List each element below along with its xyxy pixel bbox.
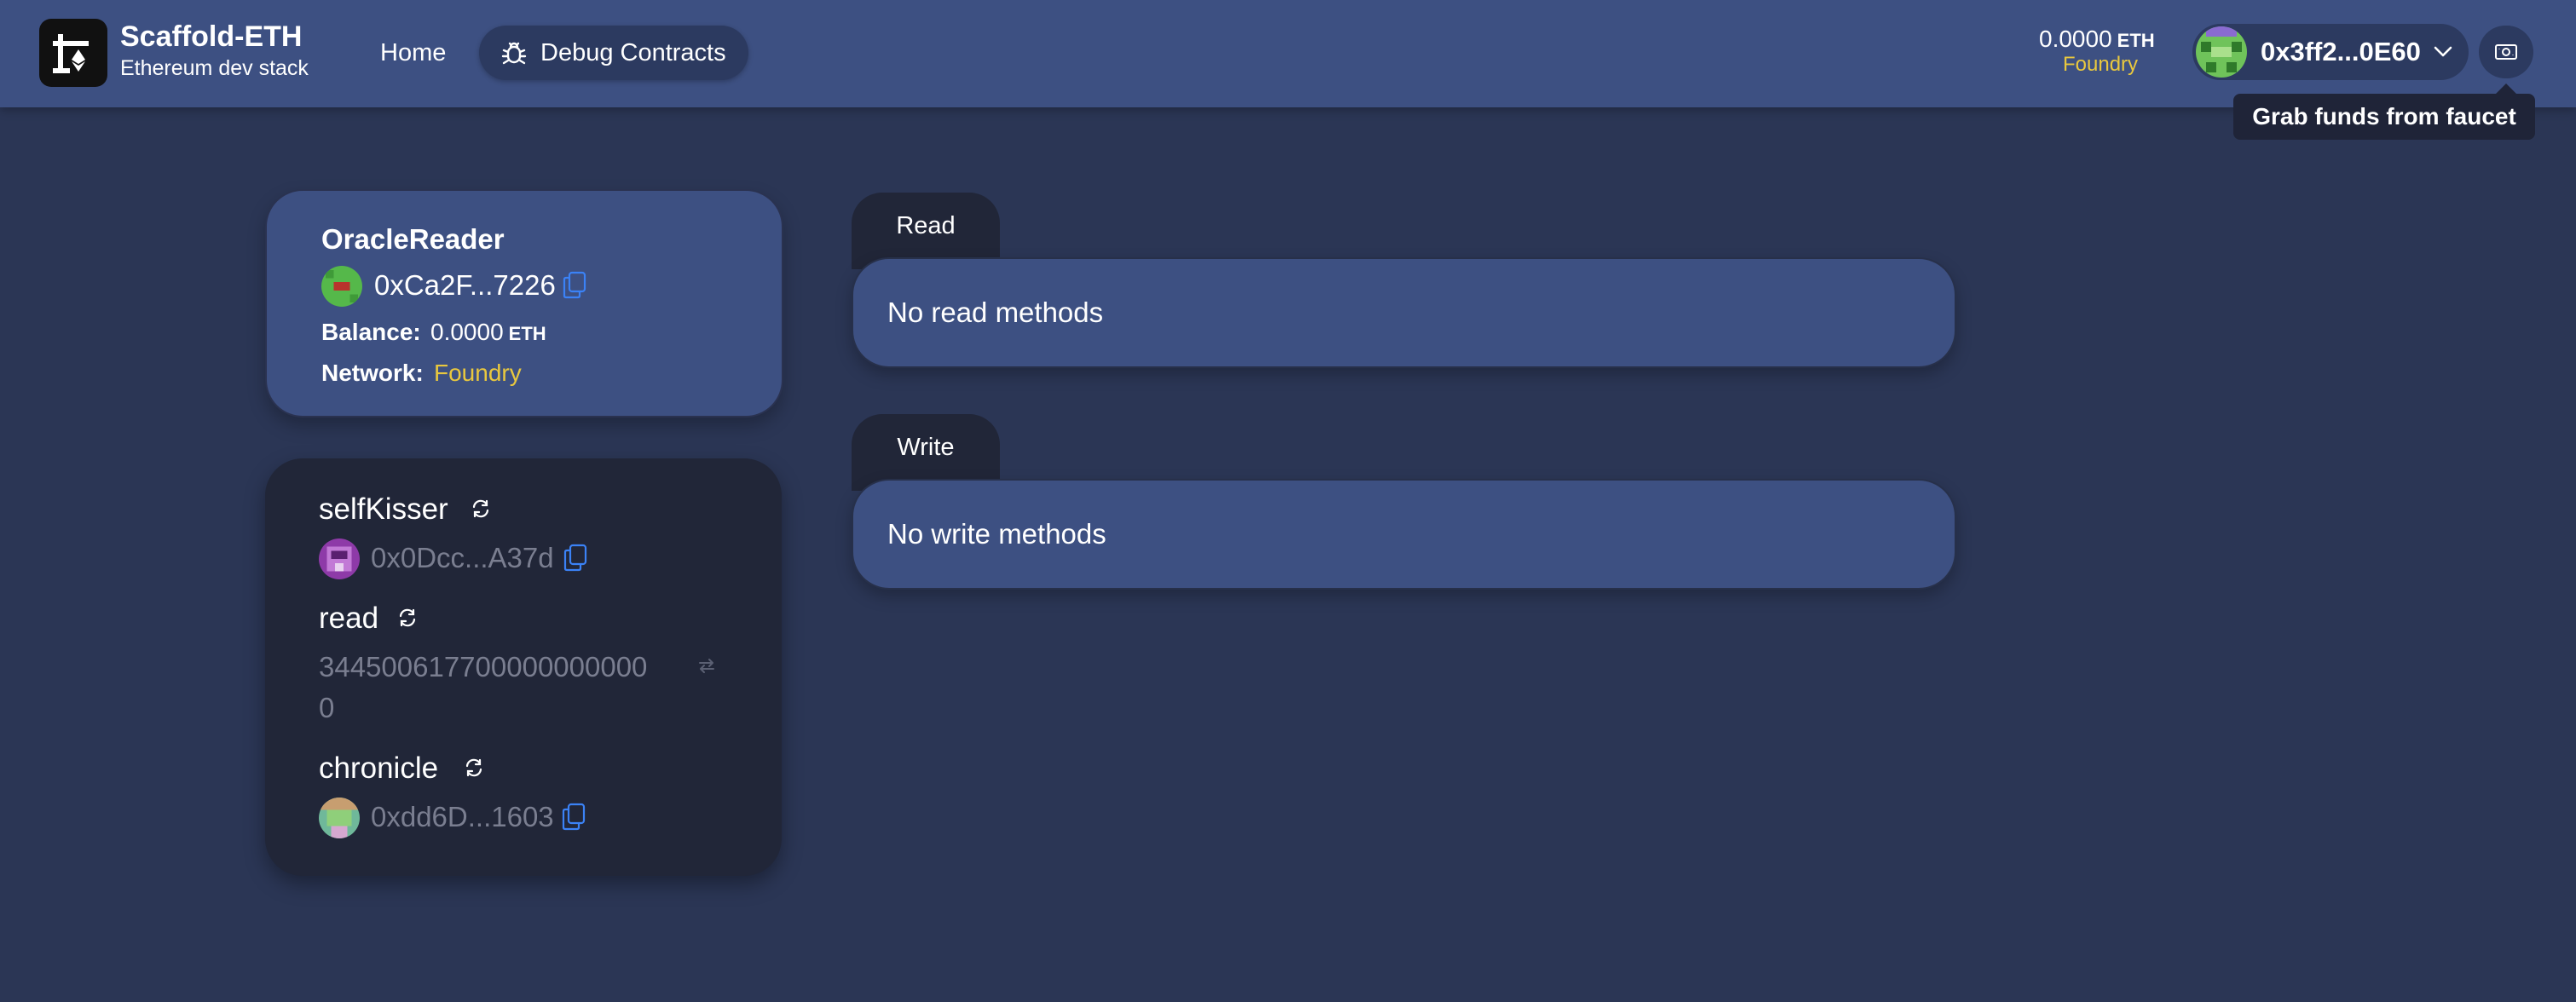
contract-name: OracleReader xyxy=(321,223,505,255)
write-methods-panel: No write methods xyxy=(852,479,1956,590)
nav-debug-label: Debug Contracts xyxy=(540,39,726,66)
chevron-down-icon xyxy=(2433,43,2453,64)
account-avatar xyxy=(2196,26,2247,78)
copy-icon[interactable] xyxy=(563,544,588,577)
wallet-balance: 0.0000 ETH xyxy=(2039,26,2155,53)
contract-balance-label: Balance: xyxy=(321,319,421,345)
wallet-network: Foundry xyxy=(2063,53,2139,76)
copy-icon[interactable] xyxy=(561,803,586,836)
variable-name: selfKisser xyxy=(319,492,448,526)
contract-network-label: Network: xyxy=(321,360,424,386)
account-dropdown-button[interactable]: 0x3ff2...0E60 xyxy=(2192,24,2469,80)
tooltip-arrow xyxy=(2496,84,2516,94)
brand-subtitle: Ethereum dev stack xyxy=(120,56,309,80)
address-avatar xyxy=(319,538,360,579)
contract-balance: 0.0000 ETH xyxy=(430,319,546,346)
variable-name: chronicle xyxy=(319,752,439,785)
contract-address: 0xCa2F...7226 xyxy=(374,269,556,301)
refresh-icon[interactable] xyxy=(396,607,419,633)
variable-value-continued: 0 xyxy=(319,692,335,723)
contract-variables-card: selfKisser 0x0Dcc...A37d read 3445006177… xyxy=(265,458,782,876)
refresh-icon[interactable] xyxy=(463,757,485,783)
top-navbar: Scaffold-ETH Ethereum dev stack Home Deb… xyxy=(0,0,2576,107)
account-address: 0x3ff2...0E60 xyxy=(2261,37,2421,66)
refresh-icon[interactable] xyxy=(470,498,492,524)
contract-info-card: OracleReader 0xCa2F...7226 Balance: 0.00… xyxy=(265,189,783,418)
write-methods-empty: No write methods xyxy=(887,518,1106,550)
variable-name: read xyxy=(319,602,379,635)
convert-icon[interactable] xyxy=(696,656,717,679)
read-methods-panel: No read methods xyxy=(852,257,1956,368)
variable-value: 344500617700000000000 xyxy=(319,651,648,682)
brand-title: Scaffold-ETH xyxy=(120,20,303,53)
variable-address: 0xdd6D...1603 xyxy=(371,801,554,832)
faucet-icon xyxy=(2495,44,2517,60)
copy-icon[interactable] xyxy=(562,271,587,304)
variable-address: 0x0Dcc...A37d xyxy=(371,542,554,573)
nav-home-link[interactable]: Home xyxy=(358,26,468,80)
contract-balance-value: 0.0000 xyxy=(430,319,504,345)
contract-balance-unit: ETH xyxy=(508,323,546,344)
scaffold-logo-icon[interactable] xyxy=(39,19,107,87)
contract-network-value: Foundry xyxy=(434,360,522,386)
address-avatar xyxy=(319,798,360,838)
read-methods-empty: No read methods xyxy=(887,297,1104,328)
wallet-balance-unit: ETH xyxy=(2117,30,2155,51)
bug-icon xyxy=(501,39,527,71)
nav-debug-contracts-link[interactable]: Debug Contracts xyxy=(479,26,748,80)
contract-avatar xyxy=(321,266,362,307)
faucet-button[interactable] xyxy=(2479,26,2533,78)
faucet-tooltip: Grab funds from faucet xyxy=(2233,94,2535,140)
wallet-balance-value: 0.0000 xyxy=(2039,26,2112,52)
